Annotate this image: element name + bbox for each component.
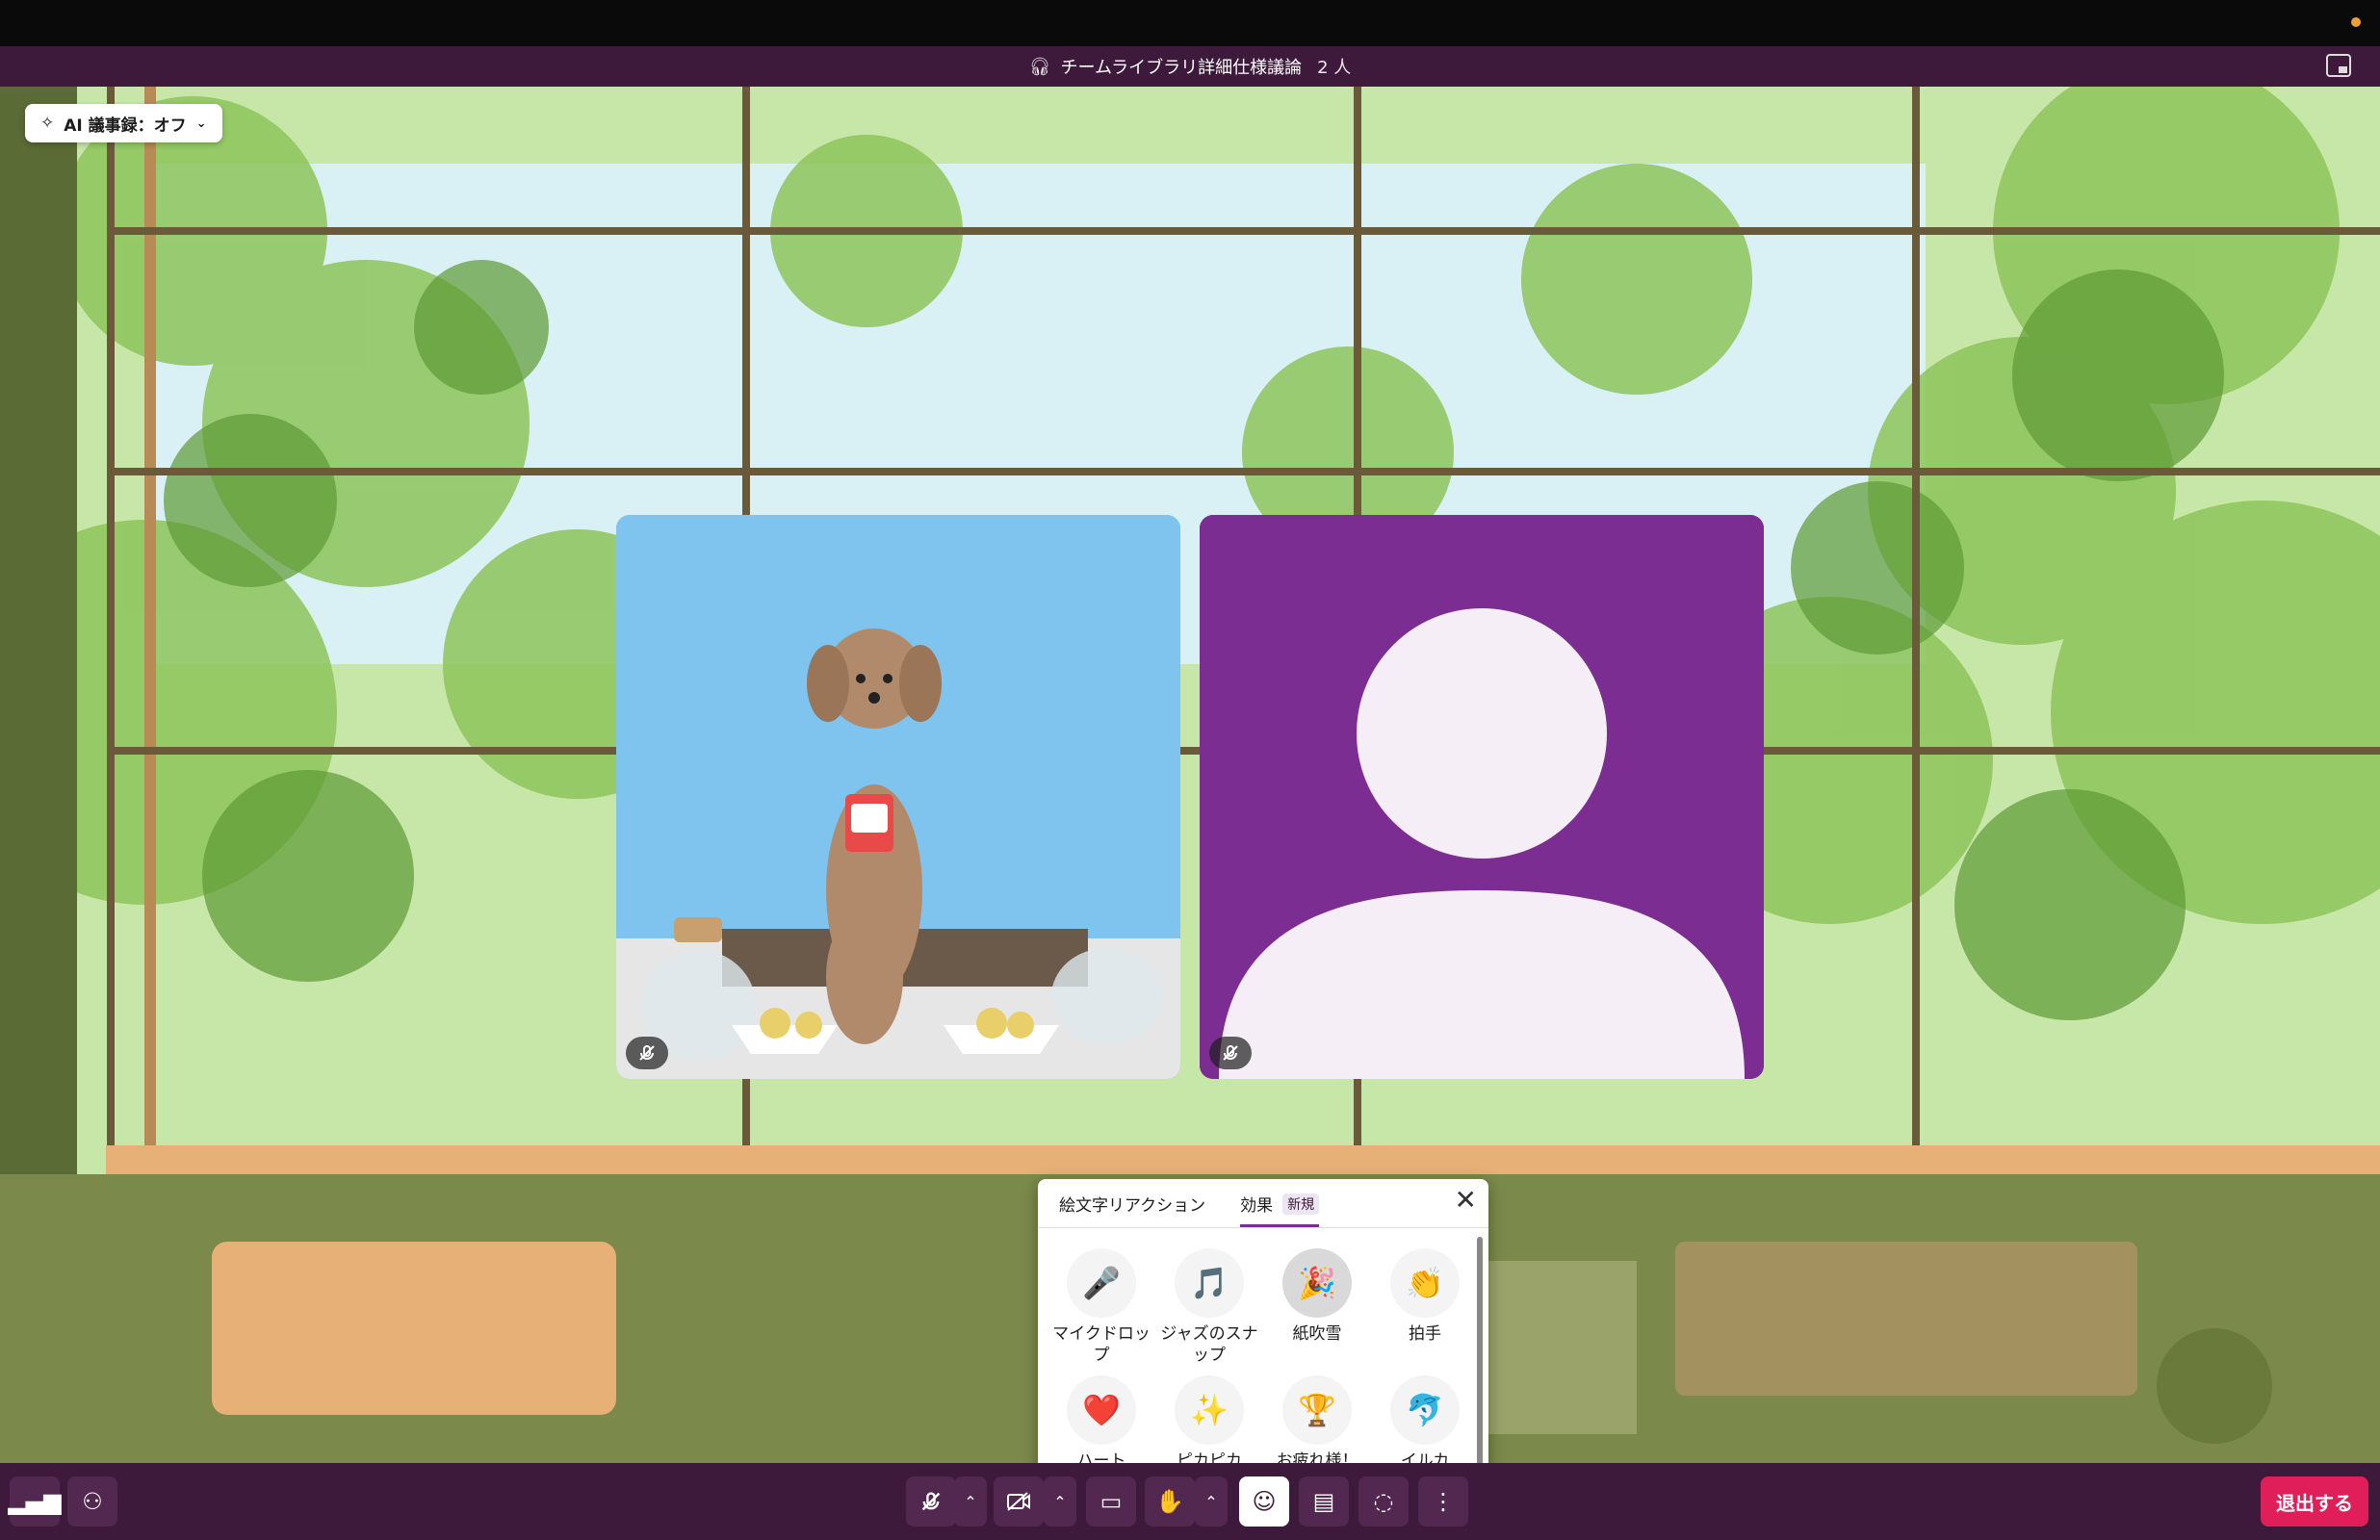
signal-bars-icon[interactable]: ▂▄▆: [8, 1476, 62, 1527]
new-badge: 新規: [1282, 1193, 1320, 1215]
effects-grid: 🎤 マイクドロップ 🎵 ジャズのスナップ 🎉 紙吹雪 👏 拍手 ❤️ ハート ✨ ピカピカ …: [1048, 1248, 1460, 1463]
notes-icon[interactable]: ▤: [1299, 1476, 1349, 1527]
headphones-icon: 🎧︎: [1028, 56, 1051, 77]
effect-label: ジャズのスナップ: [1160, 1324, 1258, 1365]
reaction-picker: 絵文字リアクション 効果 新規 ✕ 🎤 マイクドロップ 🎵 ジャズのスナップ 🎉 紙吹…: [1038, 1179, 1488, 1463]
clapping-hands-icon: 👏: [1390, 1248, 1460, 1318]
effect-item[interactable]: 👏 拍手: [1371, 1248, 1479, 1366]
trophy-icon: 🏆: [1282, 1375, 1352, 1445]
pop-out-icon[interactable]: [2326, 54, 2351, 77]
tab-emoji-reactions[interactable]: 絵文字リアクション: [1059, 1192, 1205, 1227]
huddle-title-bar: 🎧︎ チームライブラリ詳細仕様議論 2 人: [0, 46, 2380, 87]
effect-item[interactable]: 🎵 ジャズのスナップ: [1155, 1248, 1263, 1366]
dolphin-icon: 🐬: [1390, 1375, 1460, 1445]
effect-label: お疲れ様！: [1276, 1451, 1358, 1463]
add-person-icon[interactable]: ⚇: [67, 1476, 117, 1527]
leave-button[interactable]: 退出する: [2261, 1476, 2368, 1527]
microphone-icon: 🎤: [1067, 1248, 1136, 1318]
chevron-down-icon: ⌄: [195, 116, 207, 131]
scrollbar[interactable]: [1477, 1237, 1483, 1463]
effect-item[interactable]: 🏆 お疲れ様！: [1263, 1375, 1371, 1463]
heart-icon: ❤️: [1067, 1375, 1136, 1445]
effect-label: 紙吹雪: [1292, 1324, 1342, 1344]
thread-icon[interactable]: ◌: [1358, 1476, 1409, 1527]
sparkles-icon: ✨: [1175, 1375, 1244, 1445]
effect-item[interactable]: 🐬 イルカ: [1371, 1375, 1479, 1463]
huddle-controls: ▂▄▆ ⚇ ⌃ ⌃ ▭ ✋ ⌃ ☺ ▤ ◌ ⋮ 退出する: [0, 1463, 2380, 1540]
effect-label: イルカ: [1400, 1451, 1450, 1463]
effect-label: 拍手: [1409, 1324, 1441, 1344]
tab-effects[interactable]: 効果 新規: [1240, 1192, 1320, 1227]
muted-mic-icon: [921, 1492, 941, 1511]
video-off-icon[interactable]: [994, 1476, 1044, 1527]
huddle-stage: ✧ AI 議事録：オフ ⌄ 絵文字リアクション 効果 新規 ✕ 🎤 マイクドロッ…: [0, 87, 2380, 1463]
status-dot: [2351, 17, 2361, 27]
dog-video: [616, 515, 1180, 1079]
muted-mic-icon: [626, 1037, 668, 1069]
sparkle-icon: ✧: [40, 114, 55, 133]
ai-notes-toggle[interactable]: ✧ AI 議事録：オフ ⌄: [25, 104, 222, 142]
effect-label: ハート: [1076, 1451, 1126, 1463]
effect-label: マイクドロップ: [1052, 1324, 1151, 1365]
effect-item[interactable]: ❤️ ハート: [1048, 1375, 1155, 1463]
hand-options-chevron-icon[interactable]: ⌃: [1195, 1476, 1228, 1527]
effect-item[interactable]: ✨ ピカピカ: [1155, 1375, 1263, 1463]
close-icon[interactable]: ✕: [1455, 1187, 1477, 1214]
mic-options-chevron-icon[interactable]: ⌃: [954, 1476, 987, 1527]
effect-label: ピカピカ: [1177, 1451, 1242, 1463]
reaction-tabs: 絵文字リアクション 効果 新規 ✕: [1038, 1179, 1488, 1228]
video-options-chevron-icon[interactable]: ⌃: [1044, 1476, 1076, 1527]
music-note-icon: 🎵: [1175, 1248, 1244, 1318]
more-options-icon[interactable]: ⋮: [1418, 1476, 1468, 1527]
huddle-title: チームライブラリ詳細仕様議論: [1060, 58, 1303, 78]
emoji-reaction-icon[interactable]: ☺: [1239, 1476, 1289, 1527]
default-avatar: [1200, 515, 1764, 1079]
ai-notes-label: AI 議事録：オフ: [64, 116, 187, 136]
camera-off-icon: [1007, 1492, 1030, 1511]
tab-effects-label: 効果: [1240, 1196, 1274, 1216]
participant-avatar-tile[interactable]: [1200, 515, 1764, 1079]
screen-share-icon[interactable]: ▭: [1086, 1476, 1136, 1527]
participant-video-tile[interactable]: [616, 515, 1180, 1079]
system-top-bar: [0, 0, 2380, 46]
participant-count: 2 人: [1317, 58, 1352, 78]
mic-toggle-button[interactable]: [906, 1476, 956, 1527]
raise-hand-icon[interactable]: ✋: [1145, 1476, 1195, 1527]
effect-item[interactable]: 🎉 紙吹雪: [1263, 1248, 1371, 1366]
effect-item[interactable]: 🎤 マイクドロップ: [1048, 1248, 1155, 1366]
muted-mic-icon: [1209, 1037, 1252, 1069]
party-popper-icon: 🎉: [1282, 1248, 1352, 1318]
